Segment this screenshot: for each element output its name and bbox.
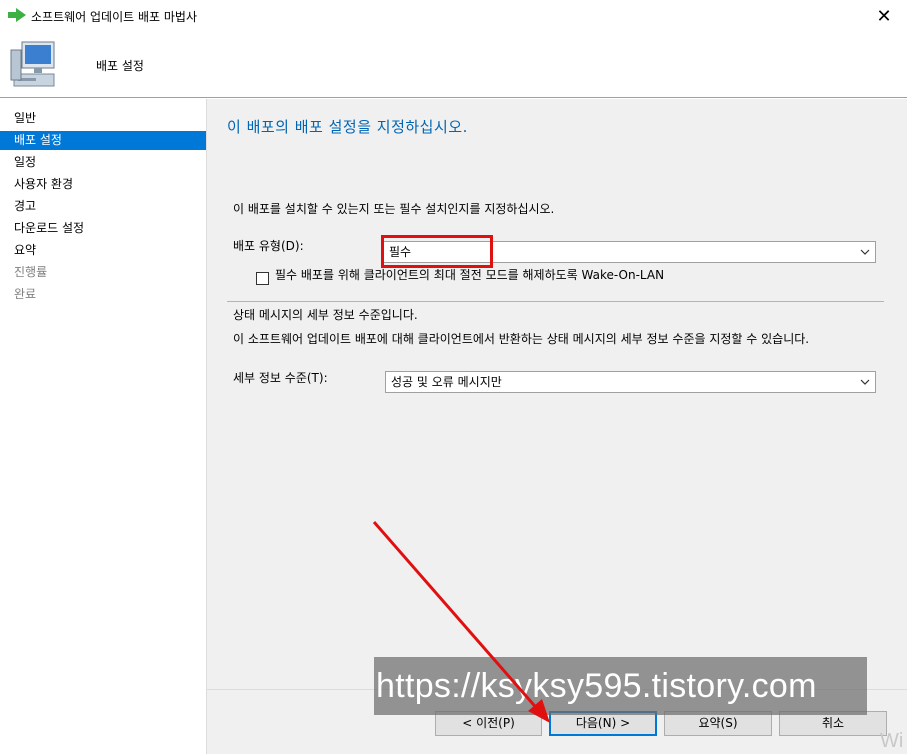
chevron-down-icon (860, 379, 870, 385)
sidebar-item-deployment-settings[interactable]: 배포 설정 (0, 131, 206, 150)
intro-text: 이 배포를 설치할 수 있는지 또는 필수 설치인지를 지정하십시오. (233, 202, 555, 216)
corner-text: Wi (880, 730, 904, 752)
wake-on-lan-label: 필수 배포를 위해 클라이언트의 최대 절전 모드를 해제하도록 Wake-On… (275, 268, 665, 282)
section-divider (227, 301, 884, 302)
close-icon: ✕ (876, 5, 892, 27)
chevron-down-icon (860, 249, 870, 255)
annotation-highlight-box (381, 235, 493, 268)
close-button[interactable]: ✕ (861, 0, 907, 32)
sidebar-item-progress: 진행률 (14, 265, 48, 279)
sidebar-item-user-experience[interactable]: 사용자 환경 (0, 175, 206, 194)
sidebar-item-download-settings[interactable]: 다운로드 설정 (0, 219, 206, 238)
wake-on-lan-checkbox[interactable] (256, 272, 269, 285)
wizard-header: 배포 설정 (0, 32, 907, 98)
wizard-sidebar: 일반 배포 설정 일정 사용자 환경 경고 다운로드 설정 요약 진행률 완료 (0, 99, 207, 754)
sidebar-item-general[interactable]: 일반 (0, 109, 206, 128)
sidebar-item-completion: 완료 (14, 287, 37, 301)
green-arrow-icon (8, 8, 26, 22)
sidebar-item-alerts[interactable]: 경고 (0, 197, 206, 216)
sidebar-item-summary[interactable]: 요약 (0, 241, 206, 260)
status-section-description: 이 소프트웨어 업데이트 배포에 대해 클라이언트에서 반환하는 상태 메시지의… (233, 332, 810, 346)
sidebar-item-schedule[interactable]: 일정 (0, 153, 206, 172)
deployment-type-label: 배포 유형(D): (233, 239, 304, 253)
detail-level-value: 성공 및 오류 메시지만 (391, 375, 502, 389)
window-title: 소프트웨어 업데이트 배포 마법사 (31, 10, 198, 24)
computer-icon (10, 41, 55, 87)
title-bar: 소프트웨어 업데이트 배포 마법사 ✕ (0, 0, 907, 32)
watermark-url: https://ksyksy595.tistory.com (374, 657, 867, 715)
wizard-content: 이 배포의 배포 설정을 지정하십시오. 이 배포를 설치할 수 있는지 또는 … (207, 99, 907, 754)
status-section-title: 상태 메시지의 세부 정보 수준입니다. (233, 308, 418, 322)
detail-level-dropdown[interactable]: 성공 및 오류 메시지만 (385, 371, 876, 393)
header-title: 배포 설정 (96, 59, 144, 73)
detail-level-label: 세부 정보 수준(T): (233, 371, 328, 385)
page-heading: 이 배포의 배포 설정을 지정하십시오. (227, 118, 468, 136)
